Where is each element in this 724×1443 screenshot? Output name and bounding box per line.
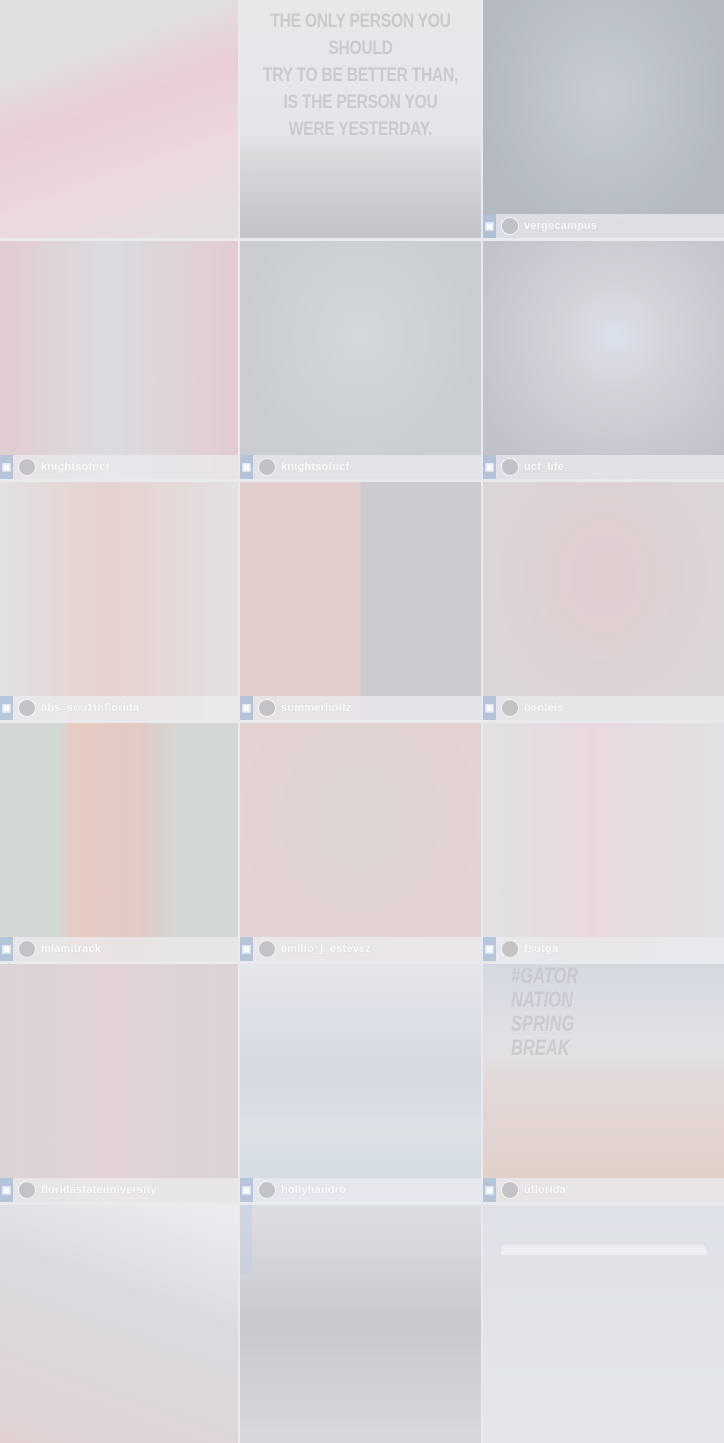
- username-label[interactable]: ahs_sou1thflorida: [41, 702, 139, 714]
- fade-overlay: [483, 482, 724, 720]
- attribution-bar: ▣ uflorida: [483, 1178, 724, 1202]
- photo-tile[interactable]: ▣ miamitrack: [0, 723, 238, 961]
- username-label[interactable]: knightsofucf: [281, 461, 349, 473]
- username-label[interactable]: hollyhandro: [281, 1184, 346, 1196]
- username-label[interactable]: vergecampus: [524, 220, 597, 232]
- fade-overlay: [483, 241, 724, 479]
- attribution-bar: ▣ hollyhandro: [240, 1178, 481, 1202]
- username-label[interactable]: uflorida: [524, 1184, 566, 1196]
- fade-overlay: [483, 723, 724, 961]
- fade-overlay: [240, 723, 481, 961]
- avatar: [18, 1181, 36, 1199]
- avatar: [258, 1181, 276, 1199]
- instagram-icon: ▣: [483, 214, 496, 238]
- photo-tile[interactable]: [0, 1205, 238, 1443]
- attribution-bar: ▣ emilio_j_estevez: [240, 937, 481, 961]
- photo-tile[interactable]: ▣ emilio_j_estevez: [240, 723, 481, 961]
- attribution-bar: ▣ fsutga: [483, 937, 724, 961]
- instagram-icon: ▣: [483, 696, 496, 720]
- avatar: [501, 217, 519, 235]
- fade-overlay: [483, 964, 724, 1202]
- username-label[interactable]: emilio_j_estevez: [281, 943, 371, 955]
- photo-tile[interactable]: ▣ floridastateuniversity: [0, 964, 238, 1202]
- photo-tile[interactable]: [240, 1205, 481, 1443]
- instagram-icon: ▣: [240, 696, 253, 720]
- photo-tile[interactable]: #GATORNATIONSPRINGBREAK▣uflorida: [483, 964, 724, 1202]
- avatar: [501, 458, 519, 476]
- attribution-bar: ▣ floridastateuniversity: [0, 1178, 238, 1202]
- instagram-icon: ▣: [240, 1178, 253, 1202]
- username-label[interactable]: miamitrack: [41, 943, 101, 955]
- fade-overlay: [0, 482, 238, 720]
- instagram-icon: ▣: [483, 937, 496, 961]
- instagram-icon: ▣: [0, 1178, 13, 1202]
- avatar: [258, 699, 276, 717]
- photo-tile[interactable]: ▣ vergecampus: [483, 0, 724, 238]
- attribution-bar: ▣ miamitrack: [0, 937, 238, 961]
- photo-tile[interactable]: ▣ hollyhandro: [240, 964, 481, 1202]
- fade-overlay: [0, 241, 238, 479]
- avatar: [258, 458, 276, 476]
- instagram-icon: ▣: [0, 696, 13, 720]
- photo-tile[interactable]: ▣ ucf_life: [483, 241, 724, 479]
- username-label[interactable]: fsutga: [524, 943, 558, 955]
- fade-overlay: [240, 964, 481, 1202]
- attribution-bar: ▣ knightsofucf: [240, 455, 481, 479]
- photo-tile[interactable]: ▣ summerholtz: [240, 482, 481, 720]
- username-label[interactable]: floridastateuniversity: [41, 1184, 157, 1196]
- fade-overlay: [0, 723, 238, 961]
- username-label[interactable]: ucf_life: [524, 461, 564, 473]
- attribution-bar: ▣ benleis: [483, 696, 724, 720]
- fade-overlay: [0, 0, 238, 238]
- instagram-icon: ▣: [483, 1178, 496, 1202]
- username-label[interactable]: summerholtz: [281, 702, 352, 714]
- fade-overlay: [0, 1205, 238, 1443]
- avatar: [18, 458, 36, 476]
- fade-overlay: [240, 1205, 481, 1443]
- attribution-bar: ▣ knightsofucf: [0, 455, 238, 479]
- username-label[interactable]: benleis: [524, 702, 563, 714]
- instagram-icon: ▣: [240, 455, 253, 479]
- avatar: [258, 940, 276, 958]
- instagram-icon: ▣: [0, 937, 13, 961]
- fade-overlay: [0, 964, 238, 1202]
- fade-overlay: [240, 0, 481, 238]
- username-label[interactable]: knightsofucf: [41, 461, 109, 473]
- avatar: [501, 1181, 519, 1199]
- attribution-bar: ▣ ahs_sou1thflorida: [0, 696, 238, 720]
- photo-tile[interactable]: ▣ benleis: [483, 482, 724, 720]
- avatar: [18, 940, 36, 958]
- photo-tile[interactable]: ▣ knightsofucf: [0, 241, 238, 479]
- avatar: [501, 699, 519, 717]
- photo-tile[interactable]: ▣ knightsofucf: [240, 241, 481, 479]
- photo-tile[interactable]: [483, 1205, 724, 1443]
- avatar: [501, 940, 519, 958]
- instagram-icon: ▣: [240, 937, 253, 961]
- photo-tile[interactable]: ▣ fsutga: [483, 723, 724, 961]
- instagram-icon: ▣: [483, 455, 496, 479]
- photo-tile[interactable]: [0, 0, 238, 238]
- fade-overlay: [240, 241, 481, 479]
- fade-overlay: [483, 0, 724, 238]
- instagram-photo-grid: THE ONLY PERSON YOU SHOULDTRY TO BE BETT…: [0, 0, 724, 1443]
- fade-overlay: [483, 1205, 724, 1443]
- fade-overlay: [240, 482, 481, 720]
- attribution-bar: ▣ ucf_life: [483, 455, 724, 479]
- attribution-bar: ▣ summerholtz: [240, 696, 481, 720]
- avatar: [18, 699, 36, 717]
- photo-tile[interactable]: THE ONLY PERSON YOU SHOULDTRY TO BE BETT…: [240, 0, 481, 238]
- instagram-icon: ▣: [0, 455, 13, 479]
- photo-tile[interactable]: ▣ ahs_sou1thflorida: [0, 482, 238, 720]
- attribution-bar: ▣ vergecampus: [483, 214, 724, 238]
